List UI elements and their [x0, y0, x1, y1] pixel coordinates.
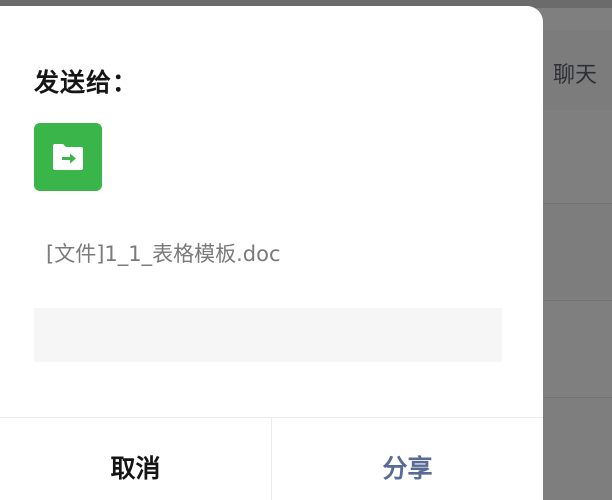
file-transfer-icon [34, 123, 102, 191]
folder-arrow-icon [53, 144, 83, 170]
share-button[interactable]: 分享 [272, 418, 543, 500]
share-dialog: 发送给： [文件]1_1_表格模板.doc 取消 分享 [0, 6, 543, 500]
background-list-row [540, 204, 612, 299]
background-list-row [540, 398, 612, 500]
file-name: [文件]1_1_表格模板.doc [46, 242, 281, 266]
background-list-row [540, 112, 612, 202]
dialog-title: 发送给： [34, 68, 139, 97]
dialog-button-bar: 取消 分享 [0, 417, 543, 500]
background-list-row [540, 301, 612, 396]
cancel-button[interactable]: 取消 [0, 418, 272, 500]
message-input[interactable] [34, 308, 502, 362]
background-chat-label: 聊天 [553, 63, 598, 88]
